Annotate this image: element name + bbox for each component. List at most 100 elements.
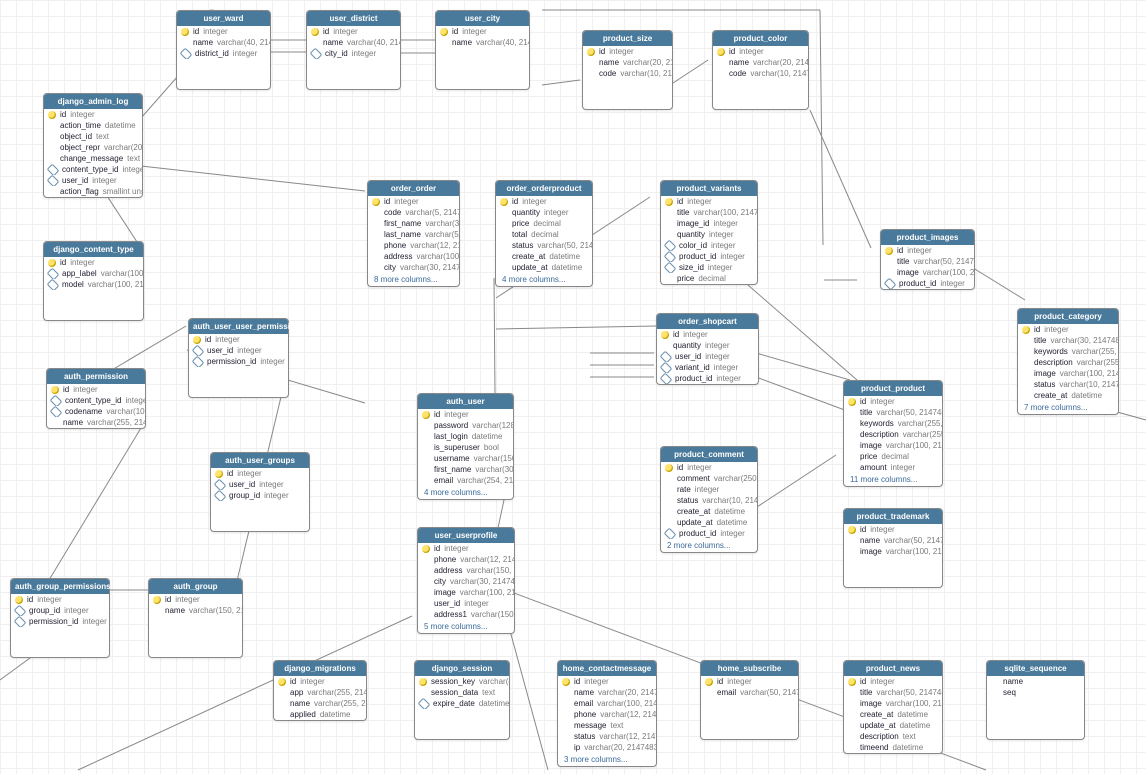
- table-column[interactable]: idinteger: [713, 46, 808, 57]
- table-column[interactable]: group_idinteger: [11, 605, 109, 616]
- table-user_ward[interactable]: user_wardidintegernamevarchar(40, 21474.…: [176, 10, 271, 90]
- table-column[interactable]: namevarchar(20, 21474...: [713, 57, 808, 68]
- table-django_content_type[interactable]: django_content_typeidintegerapp_labelvar…: [43, 241, 144, 321]
- table-column[interactable]: content_type_idinteger: [47, 395, 145, 406]
- table-header[interactable]: auth_permission: [47, 369, 145, 384]
- table-product_news[interactable]: product_newsidintegertitlevarchar(50, 21…: [843, 660, 943, 754]
- table-header[interactable]: django_session: [415, 661, 509, 676]
- table-column[interactable]: descriptionvarchar(255,...: [1018, 357, 1118, 368]
- table-column[interactable]: app_labelvarchar(100, 2...: [44, 268, 143, 279]
- table-column[interactable]: addressvarchar(150, 21...: [418, 565, 514, 576]
- table-user_city[interactable]: user_cityidintegernamevarchar(40, 21474.…: [435, 10, 530, 90]
- table-column[interactable]: group_idinteger: [211, 490, 309, 501]
- table-column[interactable]: create_atdatetime: [844, 709, 942, 720]
- table-header[interactable]: auth_group_permissions: [11, 579, 109, 594]
- table-column[interactable]: name: [987, 676, 1084, 687]
- table-column[interactable]: timeenddatetime: [844, 742, 942, 753]
- table-column[interactable]: descriptionvarchar(255,...: [844, 429, 942, 440]
- table-column[interactable]: idinteger: [189, 334, 288, 345]
- table-header[interactable]: product_product: [844, 381, 942, 396]
- table-column[interactable]: expire_datedatetime: [415, 698, 509, 709]
- table-column[interactable]: idinteger: [1018, 324, 1118, 335]
- table-column[interactable]: update_atdatetime: [844, 720, 942, 731]
- table-column[interactable]: titlevarchar(30, 2147483...: [1018, 335, 1118, 346]
- table-column[interactable]: usernamevarchar(150, 2...: [418, 453, 513, 464]
- table-header[interactable]: sqlite_sequence: [987, 661, 1084, 676]
- more-columns-link[interactable]: 3 more columns...: [558, 753, 656, 766]
- table-column[interactable]: keywordsvarchar(255, 2...: [844, 418, 942, 429]
- table-column[interactable]: idinteger: [418, 409, 513, 420]
- table-column[interactable]: namevarchar(20, 21474...: [558, 687, 656, 698]
- table-order_shopcart[interactable]: order_shopcartidintegerquantityintegerus…: [656, 313, 759, 385]
- table-header[interactable]: django_content_type: [44, 242, 143, 257]
- table-column[interactable]: change_messagetext: [44, 153, 142, 164]
- table-header[interactable]: product_comment: [661, 447, 757, 462]
- table-column[interactable]: cityvarchar(30, 2147483...: [368, 262, 459, 273]
- table-column[interactable]: idinteger: [436, 26, 529, 37]
- table-order_order[interactable]: order_orderidintegercodevarchar(5, 21474…: [367, 180, 460, 287]
- table-column[interactable]: address1varchar(150, 2...: [418, 609, 514, 620]
- table-product_variants[interactable]: product_variantsidintegertitlevarchar(10…: [660, 180, 758, 285]
- table-column[interactable]: district_idinteger: [177, 48, 270, 59]
- table-product_product[interactable]: product_productidintegertitlevarchar(50,…: [843, 380, 943, 487]
- table-header[interactable]: user_userprofile: [418, 528, 514, 543]
- table-column[interactable]: addressvarchar(100, 21...: [368, 251, 459, 262]
- table-column[interactable]: namevarchar(255, 2147...: [47, 417, 145, 428]
- table-column[interactable]: idinteger: [274, 676, 366, 687]
- table-column[interactable]: idinteger: [368, 196, 459, 207]
- table-column[interactable]: emailvarchar(254, 2147...: [418, 475, 513, 486]
- table-column[interactable]: product_idinteger: [661, 251, 757, 262]
- table-product_color[interactable]: product_coloridintegernamevarchar(20, 21…: [712, 30, 809, 110]
- table-auth_user_user_permissi...[interactable]: auth_user_user_permissi...idintegeruser_…: [188, 318, 289, 398]
- table-header[interactable]: product_news: [844, 661, 942, 676]
- table-sqlite_sequence[interactable]: sqlite_sequencenameseq: [986, 660, 1085, 740]
- table-column[interactable]: namevarchar(255, 2147...: [274, 698, 366, 709]
- table-header[interactable]: django_admin_log: [44, 94, 142, 109]
- table-column[interactable]: appvarchar(255, 21474...: [274, 687, 366, 698]
- table-column[interactable]: namevarchar(20, 21474...: [583, 57, 672, 68]
- table-column[interactable]: idinteger: [844, 396, 942, 407]
- table-column[interactable]: idinteger: [11, 594, 109, 605]
- table-header[interactable]: order_orderproduct: [496, 181, 592, 196]
- table-column[interactable]: commentvarchar(250, 2...: [661, 473, 757, 484]
- table-header[interactable]: order_order: [368, 181, 459, 196]
- table-column[interactable]: namevarchar(150, 2147...: [149, 605, 242, 616]
- table-product_size[interactable]: product_sizeidintegernamevarchar(20, 214…: [582, 30, 673, 110]
- table-column[interactable]: pricedecimal: [661, 273, 757, 284]
- table-column[interactable]: size_idinteger: [661, 262, 757, 273]
- table-header[interactable]: auth_user: [418, 394, 513, 409]
- table-column[interactable]: idinteger: [211, 468, 309, 479]
- table-column[interactable]: idinteger: [661, 462, 757, 473]
- table-column[interactable]: idinteger: [844, 524, 942, 535]
- table-column[interactable]: statusvarchar(50, 21474...: [496, 240, 592, 251]
- table-column[interactable]: seq: [987, 687, 1084, 698]
- table-column[interactable]: emailvarchar(100, 2147...: [558, 698, 656, 709]
- table-column[interactable]: passwordvarchar(128, 2...: [418, 420, 513, 431]
- table-column[interactable]: pricedecimal: [496, 218, 592, 229]
- table-column[interactable]: quantityinteger: [496, 207, 592, 218]
- table-header[interactable]: product_color: [713, 31, 808, 46]
- table-column[interactable]: descriptiontext: [844, 731, 942, 742]
- table-column[interactable]: amountinteger: [844, 462, 942, 473]
- table-product_category[interactable]: product_categoryidintegertitlevarchar(30…: [1017, 308, 1119, 415]
- table-column[interactable]: statusvarchar(10, 21474...: [661, 495, 757, 506]
- table-column[interactable]: idinteger: [558, 676, 656, 687]
- table-column[interactable]: phonevarchar(12, 2147...: [368, 240, 459, 251]
- table-order_orderproduct[interactable]: order_orderproductidintegerquantityinteg…: [495, 180, 593, 287]
- table-column[interactable]: color_idinteger: [661, 240, 757, 251]
- table-column[interactable]: idinteger: [661, 196, 757, 207]
- table-header[interactable]: product_trademark: [844, 509, 942, 524]
- table-column[interactable]: idinteger: [583, 46, 672, 57]
- table-column[interactable]: ipvarchar(20, 21474836...: [558, 742, 656, 753]
- table-column[interactable]: phonevarchar(12, 2147...: [418, 554, 514, 565]
- table-header[interactable]: product_size: [583, 31, 672, 46]
- table-column[interactable]: user_idinteger: [44, 175, 142, 186]
- table-column[interactable]: update_atdatetime: [661, 517, 757, 528]
- table-column[interactable]: imagevarchar(100, 2147...: [844, 698, 942, 709]
- table-column[interactable]: modelvarchar(100, 214...: [44, 279, 143, 290]
- table-column[interactable]: idinteger: [307, 26, 400, 37]
- table-column[interactable]: idinteger: [881, 245, 974, 256]
- table-column[interactable]: session_keyvarchar(40, 2...: [415, 676, 509, 687]
- table-column[interactable]: create_atdatetime: [1018, 390, 1118, 401]
- table-column[interactable]: product_idinteger: [661, 528, 757, 539]
